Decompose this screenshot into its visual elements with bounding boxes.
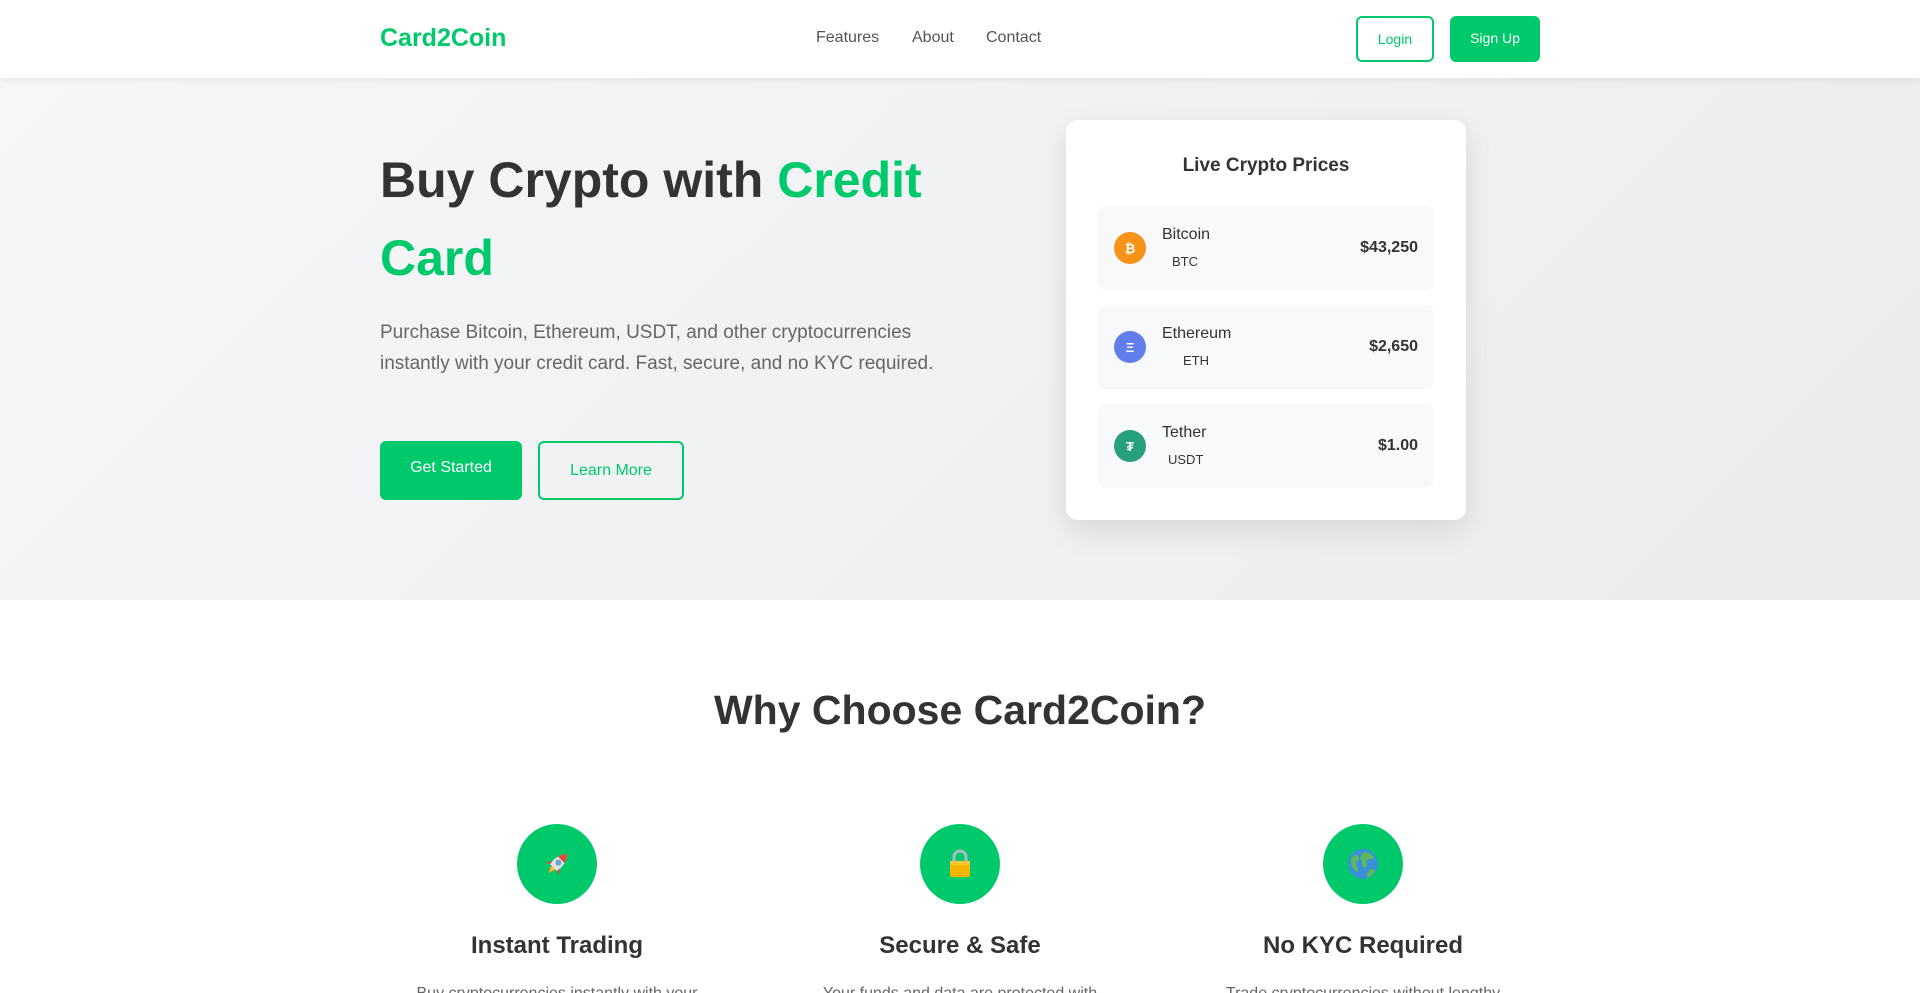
feature-description: Your funds and data are protected with xyxy=(780,982,1140,993)
coin-symbol: USDT xyxy=(1168,452,1204,467)
feature-title: Secure & Safe xyxy=(879,932,1041,959)
coin-price: $43,250 xyxy=(1360,239,1418,256)
login-button[interactable]: Login xyxy=(1356,16,1434,62)
learn-more-button[interactable]: Learn More xyxy=(538,441,684,500)
coin-price: $2,650 xyxy=(1369,338,1418,355)
lock-icon xyxy=(920,824,1000,904)
hero-description: Purchase Bitcoin, Ethereum, USDT, and ot… xyxy=(380,322,934,374)
nav-link-about[interactable]: About xyxy=(912,29,954,47)
feature-card-secure-safe: Secure & Safe Your funds and data are pr… xyxy=(780,824,1140,993)
coin-symbol: BTC xyxy=(1172,254,1198,269)
hero-title-prefix: Buy Crypto with xyxy=(380,152,778,208)
nav-links: Features About Contact xyxy=(0,29,1920,49)
hero-section: Buy Crypto with Credit Card Purchase Bit… xyxy=(0,78,1920,600)
get-started-button[interactable]: Get Started xyxy=(380,441,522,500)
navbar: Card2Coin Features About Contact Login S… xyxy=(0,0,1920,78)
coin-name: Ethereum xyxy=(1162,325,1232,342)
tether-icon: ₮ xyxy=(1114,430,1146,462)
feature-title: Instant Trading xyxy=(470,932,643,959)
feature-card-instant-trading: Instant Trading Buy cryptocurrencies ins… xyxy=(377,824,737,993)
features-title: Why Choose Card2Coin? xyxy=(713,687,1207,733)
coin-row-ethereum: Ξ Ethereum ETH $2,650 xyxy=(1098,305,1434,389)
features-section: Why Choose Card2Coin? Instant Trading Bu… xyxy=(0,600,1920,993)
coin-name: Bitcoin xyxy=(1162,226,1211,243)
feature-description: Trade cryptocurrencies without lengthy xyxy=(1183,982,1543,993)
coin-name: Tether xyxy=(1162,424,1207,441)
live-prices-card: Live Crypto Prices ₿ Bitcoin BTC $43,250… xyxy=(1066,120,1466,520)
nav-link-contact[interactable]: Contact xyxy=(986,29,1041,47)
feature-title: No KYC Required xyxy=(1262,932,1463,959)
ethereum-icon: Ξ xyxy=(1114,331,1146,363)
live-prices-title: Live Crypto Prices xyxy=(1182,155,1350,176)
rocket-icon xyxy=(517,824,597,904)
hero-title: Buy Crypto with Credit Card xyxy=(380,141,960,297)
nav-link-features[interactable]: Features xyxy=(816,29,879,47)
feature-card-no-kyc: No KYC Required Trade cryptocurrencies w… xyxy=(1183,824,1543,993)
coin-symbol: ETH xyxy=(1183,353,1209,368)
signup-button[interactable]: Sign Up xyxy=(1450,16,1540,62)
globe-icon xyxy=(1323,824,1403,904)
coin-row-tether: ₮ Tether USDT $1.00 xyxy=(1098,404,1434,488)
coin-row-bitcoin: ₿ Bitcoin BTC $43,250 xyxy=(1098,206,1434,290)
feature-description: Buy cryptocurrencies instantly with your xyxy=(377,982,737,993)
coin-price: $1.00 xyxy=(1377,437,1418,454)
bitcoin-icon: ₿ xyxy=(1114,232,1146,264)
